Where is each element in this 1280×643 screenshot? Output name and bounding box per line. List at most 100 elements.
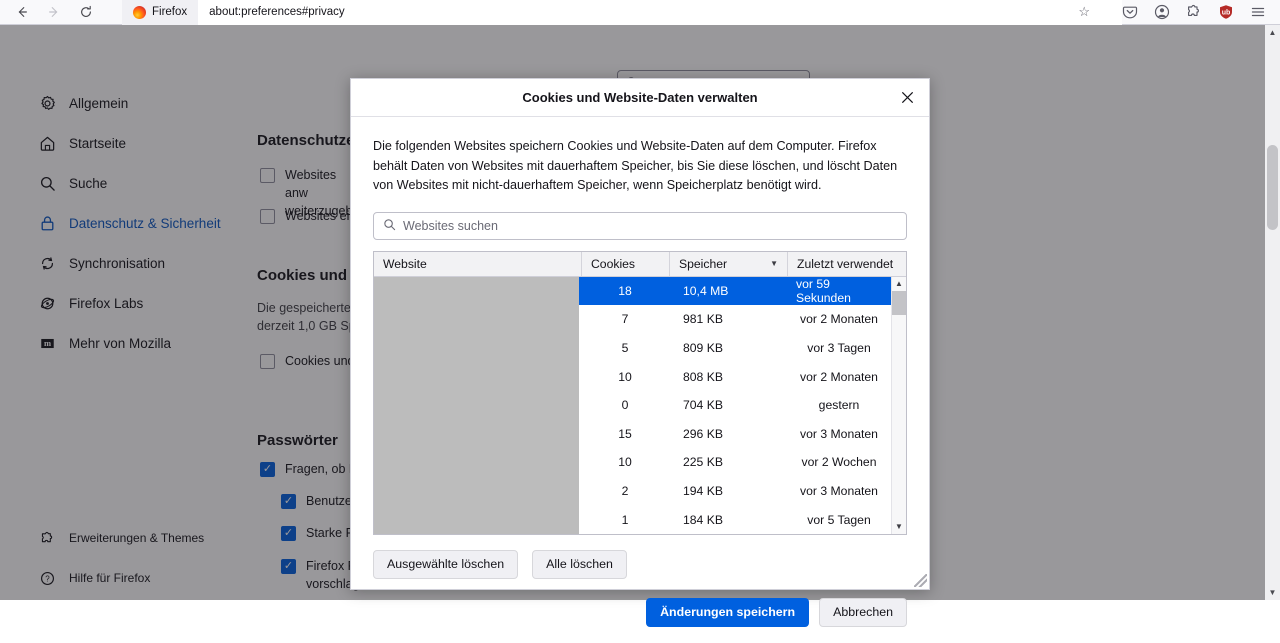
app-menu-hamburger-icon[interactable] <box>1250 4 1266 20</box>
table-row[interactable]: 18 10,4 MB vor 59 Sekunden <box>374 276 891 306</box>
accept-buttons-row: Änderungen speichern Abbrechen <box>373 597 907 627</box>
cell-cookies: 18 <box>618 283 632 298</box>
dialog-title: Cookies und Website-Daten verwalten <box>522 90 758 105</box>
cell-zuletzt-verwendet: vor 59 Sekunden <box>796 276 851 305</box>
redacted-website-name <box>374 276 579 306</box>
cell-zuletzt-verwendet: vor 2 Monaten <box>800 369 878 384</box>
dialog-footer: Ausgewählte löschen Alle löschen Änderun… <box>351 549 929 643</box>
ublock-origin-shield-icon[interactable]: ub <box>1218 4 1234 20</box>
cell-website <box>374 390 581 420</box>
cell-cookies: 7 <box>621 312 629 327</box>
redacted-website-name <box>374 305 579 334</box>
table-body-wrapper: 18 10,4 MB vor 59 Sekunden 7 981 KB vor 2 Mon… <box>374 276 906 534</box>
back-icon[interactable] <box>8 1 36 23</box>
cell-speicher: 981 KB <box>683 312 723 327</box>
redacted-website-name <box>374 333 579 363</box>
table-row[interactable]: 5 809 KB vor 3 Tagen <box>374 333 891 363</box>
column-header-website[interactable]: Website <box>374 252 581 276</box>
search-input[interactable]: Websites suchen <box>373 211 907 240</box>
dialog-description: Die folgenden Websites speichern Cookies… <box>373 139 898 193</box>
delete-buttons-row: Ausgewählte löschen Alle löschen <box>373 549 907 579</box>
delete-all-button[interactable]: Alle löschen <box>532 549 627 579</box>
cell-cookies: 0 <box>621 398 629 413</box>
manage-cookies-dialog: Cookies und Website-Daten verwalten Die … <box>350 78 930 627</box>
cell-speicher: 194 KB <box>683 484 723 498</box>
table-body: 18 10,4 MB vor 59 Sekunden 7 981 KB vor 2 Mon… <box>374 276 891 534</box>
toolbar-icons: ub <box>1122 4 1280 20</box>
scroll-up-icon[interactable]: ▲ <box>892 277 906 291</box>
pocket-icon[interactable] <box>1122 4 1138 20</box>
cell-cookies: 2 <box>621 484 629 498</box>
table-row[interactable]: 2 194 KB vor 3 Monaten <box>374 476 891 506</box>
cell-cookies: 10 <box>618 455 632 470</box>
cell-zuletzt-verwendet: vor 5 Tagen <box>807 512 871 527</box>
url-bar[interactable]: about:preferences#privacy ☆ <box>198 0 1122 25</box>
cell-website <box>374 448 581 477</box>
cell-cookies: 1 <box>621 512 629 527</box>
table-row[interactable]: 10 225 KB vor 2 Wochen <box>374 448 891 477</box>
browser-toolbar: Firefox about:preferences#privacy ☆ ub <box>0 0 1280 25</box>
table-scrollbar[interactable]: ▲ ▼ <box>891 276 906 534</box>
cell-website <box>374 505 581 534</box>
table-row[interactable]: 0 704 KB gestern <box>374 390 891 420</box>
cell-website <box>374 276 581 306</box>
scroll-down-icon[interactable]: ▼ <box>1265 585 1280 600</box>
redacted-website-name <box>374 390 579 420</box>
cell-speicher: 704 KB <box>683 398 723 413</box>
table-row[interactable]: 7 981 KB vor 2 Monaten <box>374 305 891 334</box>
redacted-website-name <box>374 448 579 477</box>
cell-speicher: 808 KB <box>683 369 723 384</box>
page-scrollbar[interactable]: ▲ ▼ <box>1265 25 1280 600</box>
cancel-button[interactable]: Abbrechen <box>819 597 907 627</box>
save-changes-button[interactable]: Änderungen speichern <box>646 597 810 627</box>
cell-website <box>374 362 581 391</box>
column-header-speicher[interactable]: Speicher ▼ <box>669 251 787 277</box>
table-row[interactable]: 1 184 KB vor 5 Tagen <box>374 505 891 534</box>
account-icon[interactable] <box>1154 4 1170 20</box>
cell-speicher: 184 KB <box>683 512 723 527</box>
cell-website <box>374 333 581 363</box>
redacted-website-name <box>374 419 579 449</box>
delete-selected-button[interactable]: Ausgewählte löschen <box>373 549 519 579</box>
search-placeholder: Websites suchen <box>403 218 498 233</box>
extensions-puzzle-icon[interactable] <box>1186 4 1202 20</box>
cell-zuletzt-verwendet: vor 3 Monaten <box>800 426 878 441</box>
reload-icon[interactable] <box>72 1 100 23</box>
cell-cookies: 10 <box>618 369 632 384</box>
cell-speicher: 809 KB <box>683 341 723 356</box>
navigation-buttons <box>0 1 100 23</box>
star-icon[interactable]: ☆ <box>1078 4 1114 20</box>
page-scrollbar-thumb[interactable] <box>1267 145 1278 230</box>
table-row[interactable]: 10 808 KB vor 2 Monaten <box>374 362 891 391</box>
cell-zuletzt-verwendet: vor 3 Tagen <box>807 341 871 356</box>
tab-strip: Firefox <box>122 0 199 25</box>
scroll-up-icon[interactable]: ▲ <box>1265 25 1280 40</box>
close-icon[interactable] <box>895 86 919 110</box>
cell-zuletzt-verwendet: vor 3 Monaten <box>800 484 878 498</box>
scroll-down-icon[interactable]: ▼ <box>892 520 906 534</box>
triangle-down-icon: ▼ <box>770 259 778 269</box>
cell-speicher: 225 KB <box>683 455 723 470</box>
cell-zuletzt-verwendet: gestern <box>818 398 860 413</box>
dialog-titlebar: Cookies und Website-Daten verwalten <box>351 79 929 117</box>
cell-cookies: 15 <box>618 426 632 441</box>
firefox-logo-icon <box>133 5 146 19</box>
cell-website <box>374 419 581 449</box>
cell-website <box>374 305 581 334</box>
svg-text:ub: ub <box>1222 10 1231 17</box>
cell-speicher: 10,4 MB <box>683 283 729 298</box>
forward-icon[interactable] <box>40 1 68 23</box>
search-icon <box>383 218 396 234</box>
redacted-website-name <box>374 505 579 534</box>
table-header-row: Website Cookies Speicher ▼ Zuletzt verwe… <box>374 251 906 277</box>
column-header-cookies[interactable]: Cookies <box>581 251 669 277</box>
dialog-body: Die folgenden Websites speichern Cookies… <box>351 117 929 550</box>
browser-tab[interactable]: Firefox <box>122 0 199 25</box>
column-header-zuletzt-verwendet[interactable]: Zuletzt verwendet <box>787 251 906 277</box>
cell-speicher: 296 KB <box>683 426 723 441</box>
table-row[interactable]: 15 296 KB vor 3 Monaten <box>374 419 891 449</box>
cell-zuletzt-verwendet: vor 2 Wochen <box>801 455 877 470</box>
table-scrollbar-thumb[interactable] <box>892 290 906 315</box>
dialog-resize-grip[interactable] <box>914 574 927 587</box>
redacted-website-name <box>374 476 579 506</box>
